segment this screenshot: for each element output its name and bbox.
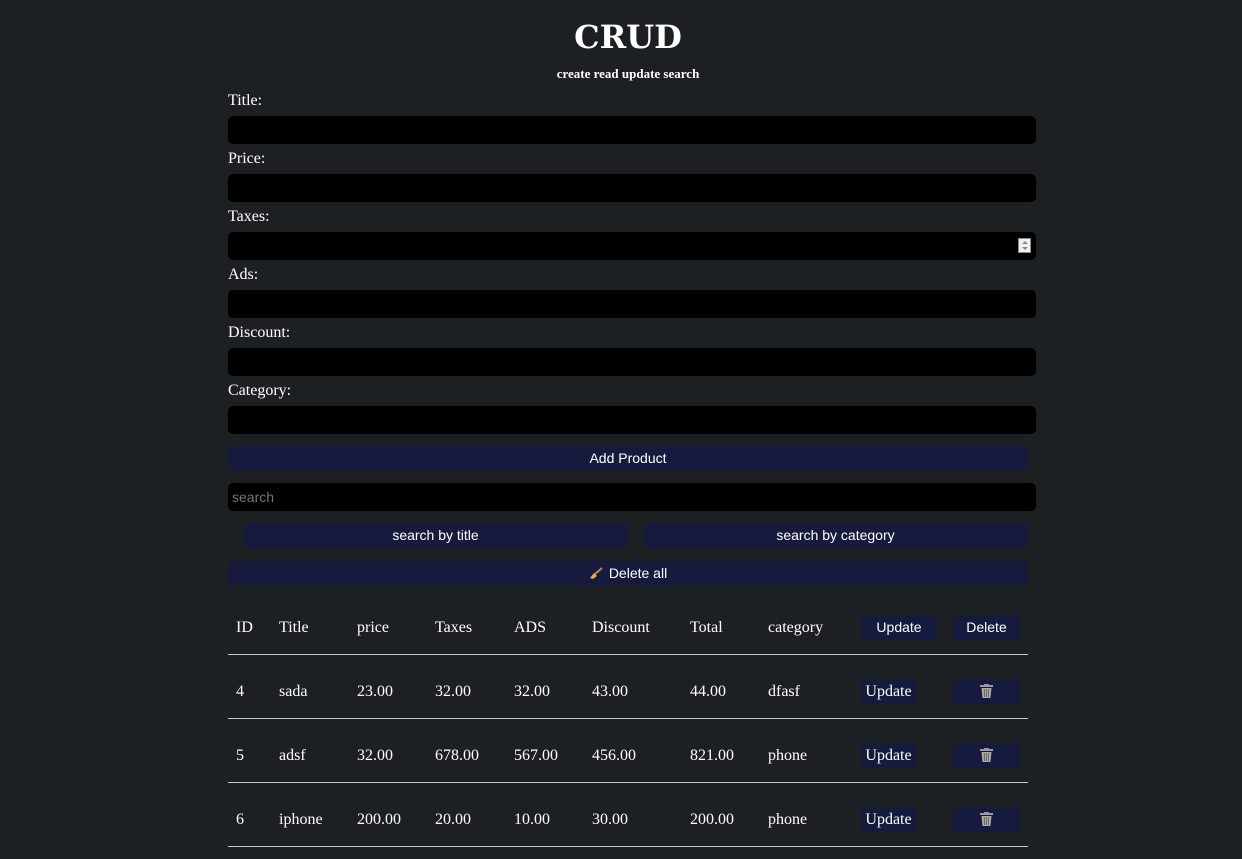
row-update-button[interactable]: Update <box>861 679 916 704</box>
cell-ads: 567.00 <box>514 747 558 764</box>
cell-total: 200.00 <box>690 811 734 828</box>
number-spinner[interactable] <box>1018 238 1031 253</box>
title-input[interactable] <box>228 116 1036 144</box>
search-by-title-button[interactable]: search by title <box>243 523 628 548</box>
broom-icon <box>589 567 603 579</box>
add-product-button[interactable]: Add Product <box>228 446 1028 470</box>
cell-discount: 30.00 <box>592 811 628 828</box>
header-update-button[interactable]: Update <box>861 615 937 640</box>
discount-input[interactable] <box>228 348 1036 376</box>
header-category: category <box>768 619 824 636</box>
cell-category: phone <box>768 811 808 828</box>
header-title: Title <box>279 619 309 636</box>
cell-ads: 32.00 <box>514 683 550 700</box>
price-input[interactable] <box>228 174 1036 202</box>
cell-discount: 456.00 <box>592 747 636 764</box>
trash-icon <box>980 748 993 762</box>
cell-category: dfasf <box>768 683 800 700</box>
cell-category: phone <box>768 747 808 764</box>
cell-ads: 10.00 <box>514 811 550 828</box>
cell-title: iphone <box>279 811 323 828</box>
header-discount: Discount <box>592 619 650 636</box>
trash-icon <box>980 812 993 826</box>
table-divider <box>228 846 1028 847</box>
delete-all-label: Delete all <box>608 565 668 581</box>
header-price: price <box>357 619 389 636</box>
category-input[interactable] <box>228 406 1036 434</box>
row-delete-button[interactable] <box>953 743 1020 768</box>
header-id: ID <box>236 619 253 636</box>
category-label: Category: <box>228 382 292 399</box>
cell-taxes: 20.00 <box>435 811 471 828</box>
search-by-category-button[interactable]: search by category <box>643 523 1028 548</box>
cell-title: sada <box>279 683 308 700</box>
cell-price: 23.00 <box>357 683 393 700</box>
cell-title: adsf <box>279 747 306 764</box>
taxes-label: Taxes: <box>228 208 270 225</box>
cell-total: 44.00 <box>690 683 726 700</box>
header-ads: ADS <box>514 619 547 636</box>
page-title: CRUD <box>574 18 682 56</box>
cell-price: 32.00 <box>357 747 393 764</box>
cell-id: 5 <box>236 747 244 764</box>
price-label: Price: <box>228 150 266 167</box>
row-update-button[interactable]: Update <box>861 743 916 768</box>
ads-label: Ads: <box>228 266 259 283</box>
table-divider <box>228 654 1028 655</box>
ads-input[interactable] <box>228 290 1036 318</box>
cell-id: 4 <box>236 683 244 700</box>
trash-icon <box>980 684 993 698</box>
taxes-input[interactable] <box>228 232 1036 260</box>
cell-price: 200.00 <box>357 811 401 828</box>
header-taxes: Taxes <box>435 619 473 636</box>
page-subtitle: create read update search <box>556 66 700 81</box>
cell-taxes: 32.00 <box>435 683 471 700</box>
row-delete-button[interactable] <box>953 807 1020 832</box>
cell-id: 6 <box>236 811 244 828</box>
search-input[interactable]: search <box>228 483 1036 511</box>
search-placeholder: search <box>232 489 275 505</box>
discount-label: Discount: <box>228 324 291 341</box>
delete-all-button[interactable]: Delete all <box>228 561 1028 585</box>
row-delete-button[interactable] <box>953 679 1020 704</box>
header-delete-button[interactable]: Delete <box>953 615 1020 640</box>
table-divider <box>228 718 1028 719</box>
cell-total: 821.00 <box>690 747 734 764</box>
table-divider <box>228 782 1028 783</box>
row-update-button[interactable]: Update <box>861 807 916 832</box>
title-label: Title: <box>228 92 263 109</box>
cell-taxes: 678.00 <box>435 747 479 764</box>
cell-discount: 43.00 <box>592 683 628 700</box>
header-total: Total <box>690 619 723 636</box>
